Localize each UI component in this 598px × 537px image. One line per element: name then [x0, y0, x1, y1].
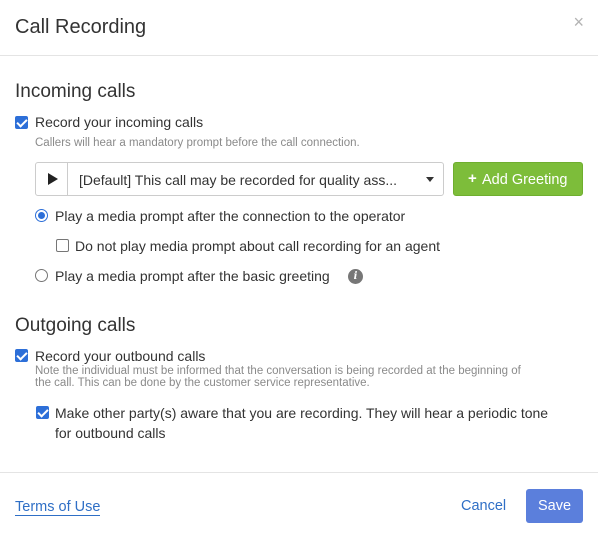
make-aware-label-line2[interactable]: for outbound calls — [55, 425, 166, 441]
save-button[interactable]: Save — [526, 489, 583, 523]
add-greeting-button[interactable]: + Add Greeting — [453, 162, 583, 196]
after-operator-label[interactable]: Play a media prompt after the connection… — [55, 208, 405, 224]
incoming-calls-heading: Incoming calls — [15, 81, 136, 102]
make-aware-label-line1[interactable]: Make other party(s) aware that you are r… — [55, 405, 548, 421]
chevron-down-icon[interactable] — [426, 177, 434, 182]
info-icon[interactable]: i — [348, 269, 363, 284]
incoming-hint: Callers will hear a mandatory prompt bef… — [35, 137, 360, 149]
dialog-title: Call Recording — [15, 16, 147, 38]
add-greeting-label: Add Greeting — [482, 172, 568, 188]
record-outbound-label[interactable]: Record your outbound calls — [35, 348, 205, 364]
record-incoming-checkbox[interactable] — [15, 116, 28, 129]
record-outbound-checkbox[interactable] — [15, 349, 28, 362]
cancel-button[interactable]: Cancel — [461, 498, 506, 514]
close-icon[interactable]: × — [573, 13, 584, 31]
play-icon[interactable] — [36, 163, 68, 195]
dialog-footer: Terms of Use Cancel Save — [0, 472, 598, 537]
after-operator-radio[interactable] — [35, 209, 48, 222]
make-aware-checkbox[interactable] — [36, 406, 49, 419]
no-prompt-agent-checkbox[interactable] — [56, 239, 69, 252]
greeting-select-value[interactable]: [Default] This call may be recorded for … — [79, 172, 397, 188]
plus-icon: + — [468, 170, 477, 187]
dialog-header: Call Recording × — [0, 0, 598, 56]
after-greeting-radio[interactable] — [35, 269, 48, 282]
no-prompt-agent-label[interactable]: Do not play media prompt about call reco… — [75, 238, 440, 254]
call-recording-dialog: Call Recording × Incoming calls Record y… — [0, 0, 598, 537]
terms-of-use-link[interactable]: Terms of Use — [15, 499, 101, 516]
record-incoming-label[interactable]: Record your incoming calls — [35, 114, 203, 130]
outgoing-calls-heading: Outgoing calls — [15, 315, 136, 336]
outgoing-hint-line2: the call. This can be done by the custom… — [35, 377, 370, 389]
greeting-player: [Default] This call may be recorded for … — [35, 162, 444, 196]
after-greeting-label[interactable]: Play a media prompt after the basic gree… — [55, 268, 330, 284]
